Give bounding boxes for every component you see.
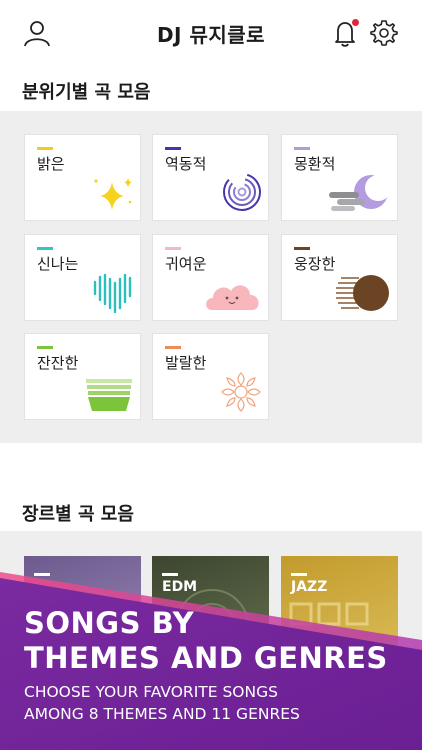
eclipse-icon [336, 275, 389, 311]
spiral-icon [223, 173, 261, 211]
mood-color-bar [165, 346, 181, 349]
bowl-icon [86, 379, 132, 411]
promo-headline-line1: SONGS BY [24, 606, 195, 640]
promo-subtitle-line1: CHOOSE YOUR FAVORITE SONGS [24, 683, 278, 701]
genre-section-title: 장르별 곡 모음 [22, 504, 134, 525]
mood-card-cheerful[interactable]: 발랄한 [152, 333, 269, 420]
mood-label: 몽환적 [294, 155, 336, 173]
genre-color-bar [34, 573, 50, 576]
mood-section-title: 분위기별 곡 모음 [22, 82, 151, 103]
mood-label: 신나는 [37, 255, 79, 273]
promo-subtitle-line2: AMONG 8 THEMES AND 11 GENRES [24, 705, 300, 723]
genre-color-bar [291, 573, 307, 576]
mood-card-bright[interactable]: 밝은 [24, 134, 141, 221]
genre-label: JAZZ [291, 579, 328, 595]
genre-color-bar [162, 573, 178, 576]
mood-color-bar [37, 247, 53, 250]
mood-color-bar [165, 247, 181, 250]
settings-gear-icon[interactable] [369, 18, 399, 48]
mood-label: 발랄한 [165, 354, 207, 372]
mood-card-dreamy[interactable]: 몽환적 [281, 134, 398, 221]
mood-label: 역동적 [165, 155, 207, 173]
notification-badge [352, 19, 359, 26]
sparkle-icon [94, 178, 132, 210]
moon-cloud-icon [329, 175, 391, 211]
heart-wave-icon [93, 273, 132, 314]
mood-card-grand[interactable]: 웅장한 [281, 234, 398, 321]
mood-color-bar [294, 247, 310, 250]
mood-label: 웅장한 [294, 255, 336, 273]
smiling-cloud-icon [206, 285, 259, 310]
mood-label: 귀여운 [165, 255, 207, 273]
mood-label: 밝은 [37, 155, 65, 173]
mood-color-bar [165, 147, 181, 150]
mood-color-bar [37, 346, 53, 349]
mood-label: 잔잔한 [37, 354, 79, 372]
mood-color-bar [37, 147, 53, 150]
flower-icon [221, 372, 261, 412]
mood-card-calm[interactable]: 잔잔한 [24, 333, 141, 420]
mood-card-dynamic[interactable]: 역동적 [152, 134, 269, 221]
promo-headline-line2: THEMES AND GENRES [24, 641, 388, 675]
mood-color-bar [294, 147, 310, 150]
mood-card-cute[interactable]: 귀여운 [152, 234, 269, 321]
genre-label: EDM [162, 579, 198, 595]
mood-card-exciting[interactable]: 신나는 [24, 234, 141, 321]
top-bar: DJ 뮤지클로 [0, 0, 422, 66]
